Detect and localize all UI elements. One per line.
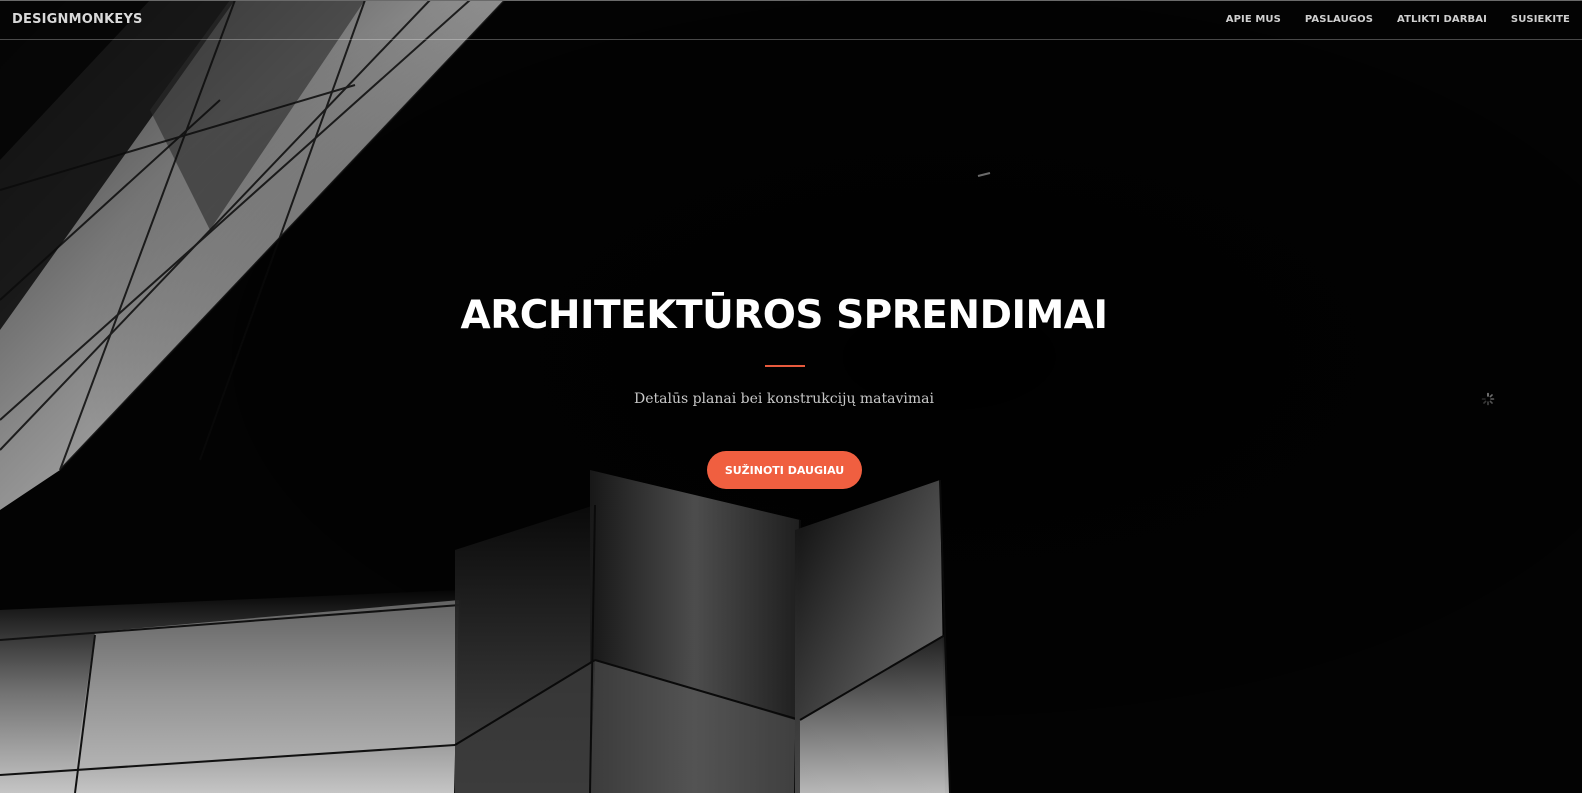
nav-link-paslaugos[interactable]: PASLAUGOS [1305,14,1373,25]
learn-more-button[interactable]: SUŽINOTI DAUGIAU [707,451,862,489]
nav-link-susiekite[interactable]: SUSIEKITE [1511,14,1570,25]
brand-logo[interactable]: DESIGNMONKEYS [12,12,143,27]
spinner-icon [1481,392,1495,406]
hero-subtitle: Detalūs planai bei konstrukcijų matavima… [633,391,934,407]
nav-links: APIE MUS PASLAUGOS ATLIKTI DARBAI SUSIEK… [1226,14,1570,25]
landing-page: DESIGNMONKEYS APIE MUS PASLAUGOS ATLIKTI… [0,0,1582,793]
nav-link-apie-mus[interactable]: APIE MUS [1226,14,1281,25]
nav-link-atlikti-darbai[interactable]: ATLIKTI DARBAI [1397,14,1487,25]
top-navbar: DESIGNMONKEYS APIE MUS PASLAUGOS ATLIKTI… [0,0,1582,40]
hero-divider [765,365,805,367]
hero-title: ARCHITEKTŪROS SPRENDIMAI [460,293,1108,338]
